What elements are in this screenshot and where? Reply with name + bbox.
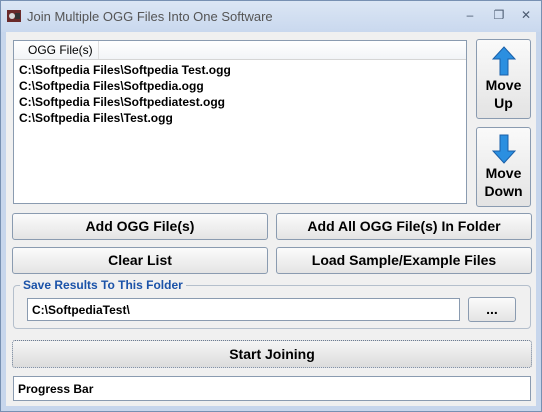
list-item[interactable]: C:\Softpedia Files\Softpedia Test.ogg: [19, 63, 231, 77]
column-header-ogg-files[interactable]: OGG File(s): [28, 43, 93, 57]
window-title: Join Multiple OGG Files Into One Softwar…: [27, 9, 273, 24]
arrow-down-icon: [492, 134, 516, 164]
save-results-group-label: Save Results To This Folder: [20, 278, 186, 292]
move-up-button[interactable]: Move Up: [476, 39, 531, 119]
list-header[interactable]: OGG File(s): [14, 41, 466, 60]
column-separator[interactable]: [98, 41, 99, 59]
minimize-button[interactable]: –: [459, 5, 481, 25]
browse-folder-button[interactable]: ...: [468, 297, 516, 322]
arrow-up-icon: [492, 46, 516, 76]
add-folder-button[interactable]: Add All OGG File(s) In Folder: [276, 213, 532, 240]
move-up-label-line2: Up: [494, 95, 513, 111]
maximize-button[interactable]: ❐: [488, 5, 510, 25]
move-down-label-line1: Move: [485, 165, 522, 181]
move-down-button[interactable]: Move Down: [476, 127, 531, 207]
start-joining-button[interactable]: Start Joining: [12, 340, 532, 368]
file-list[interactable]: OGG File(s) C:\Softpedia Files\Softpedia…: [13, 40, 467, 204]
app-icon: [7, 10, 21, 22]
move-down-label-line2: Down: [484, 183, 523, 199]
clear-list-button[interactable]: Clear List: [12, 247, 268, 274]
load-sample-files-button[interactable]: Load Sample/Example Files: [276, 247, 532, 274]
add-ogg-files-button[interactable]: Add OGG File(s): [12, 213, 268, 240]
progress-bar-label: Progress Bar: [18, 382, 94, 396]
list-item[interactable]: C:\Softpedia Files\Softpedia.ogg: [19, 79, 204, 93]
output-folder-input[interactable]: [27, 298, 460, 321]
app-window: Join Multiple OGG Files Into One Softwar…: [0, 0, 542, 412]
progress-bar: Progress Bar: [13, 376, 531, 401]
close-button[interactable]: ✕: [515, 5, 537, 25]
list-item[interactable]: C:\Softpedia Files\Test.ogg: [19, 111, 173, 125]
title-bar: Join Multiple OGG Files Into One Softwar…: [1, 1, 541, 32]
move-up-label-line1: Move: [485, 77, 522, 93]
client-area: OGG File(s) C:\Softpedia Files\Softpedia…: [6, 32, 536, 406]
list-item[interactable]: C:\Softpedia Files\Softpediatest.ogg: [19, 95, 225, 109]
